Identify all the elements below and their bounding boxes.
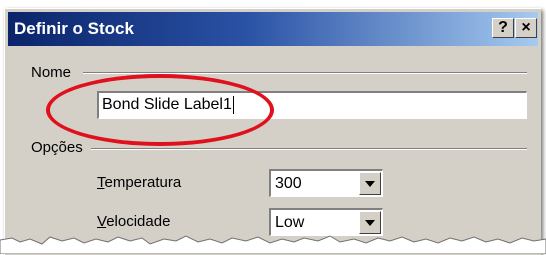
temperatura-select[interactable]: 300 [269, 169, 383, 197]
nome-input-value: Bond Slide Label1 [102, 96, 232, 113]
close-button[interactable]: × [515, 18, 537, 38]
chevron-down-icon [365, 181, 375, 187]
help-button[interactable]: ? [492, 18, 514, 38]
temperatura-label: Temperatura [97, 174, 181, 191]
dialog-title: Definir o Stock [14, 19, 134, 38]
nome-group-divider [83, 72, 527, 74]
opcoes-group-label: Opções [31, 139, 87, 156]
temperatura-dropdown-button[interactable] [359, 172, 381, 195]
temperatura-label-text: emperatura [104, 174, 182, 191]
screenshot-stage: Definir o Stock ? × Nome Bond Slide Labe… [0, 0, 546, 255]
nome-input[interactable]: Bond Slide Label1 [97, 91, 527, 119]
text-caret [232, 95, 234, 114]
temperatura-mnemonic: T [97, 174, 105, 191]
temperatura-value: 300 [275, 175, 302, 192]
help-icon: ? [498, 19, 508, 36]
opcoes-group-divider [91, 148, 527, 150]
definir-stock-dialog: Definir o Stock ? × Nome Bond Slide Labe… [4, 8, 541, 255]
torn-edge [0, 235, 546, 254]
nome-group-label: Nome [31, 64, 76, 81]
close-icon: × [521, 19, 531, 36]
title-bar[interactable]: Definir o Stock ? × [8, 12, 538, 46]
